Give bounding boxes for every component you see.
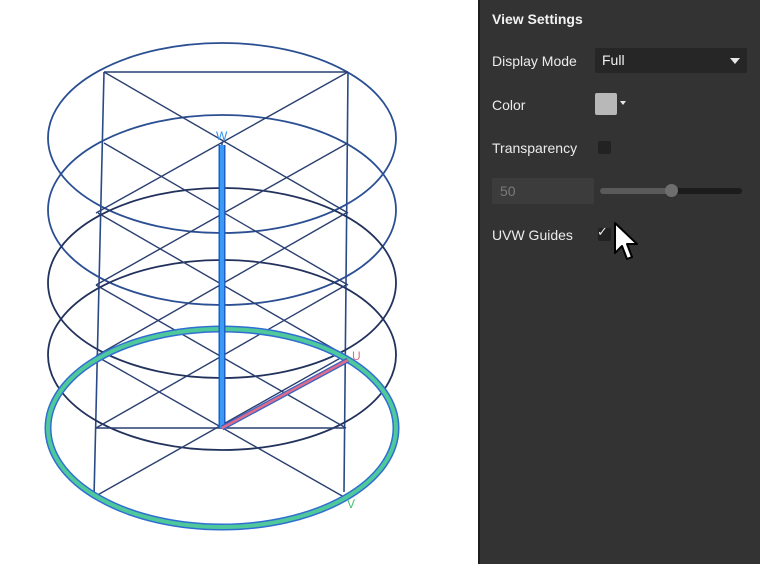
- u-axis-label: U: [352, 349, 361, 363]
- chevron-down-icon: [730, 58, 740, 64]
- color-picker[interactable]: [595, 93, 627, 117]
- opacity-slider-thumb[interactable]: [665, 184, 678, 197]
- mouse-pointer-icon: [614, 222, 638, 260]
- display-mode-select[interactable]: Full: [595, 48, 747, 73]
- opacity-slider[interactable]: [600, 184, 742, 197]
- color-label: Color: [492, 97, 526, 113]
- opacity-slider-fill: [600, 188, 671, 194]
- 3d-viewport[interactable]: W U V: [0, 0, 478, 564]
- color-swatch: [595, 93, 617, 115]
- opacity-value: 50: [500, 183, 516, 199]
- transparency-checkbox[interactable]: [598, 141, 611, 154]
- display-mode-label: Display Mode: [492, 53, 577, 69]
- dropdown-arrow-icon: [620, 101, 626, 105]
- v-axis-label: V: [347, 497, 355, 511]
- w-axis-label: W: [216, 129, 228, 143]
- cylinder-wireframe: W U V: [44, 42, 400, 531]
- panel-title: View Settings: [492, 11, 583, 27]
- checkmark-icon: ✓: [597, 224, 608, 239]
- display-mode-value: Full: [602, 52, 625, 68]
- transparency-label: Transparency: [492, 140, 578, 156]
- view-settings-panel: View Settings Display Mode Full Color Tr…: [478, 0, 760, 564]
- uvw-guides-label: UVW Guides: [492, 227, 573, 243]
- uvw-guides-checkbox[interactable]: ✓: [597, 224, 611, 241]
- opacity-input[interactable]: 50: [492, 178, 594, 204]
